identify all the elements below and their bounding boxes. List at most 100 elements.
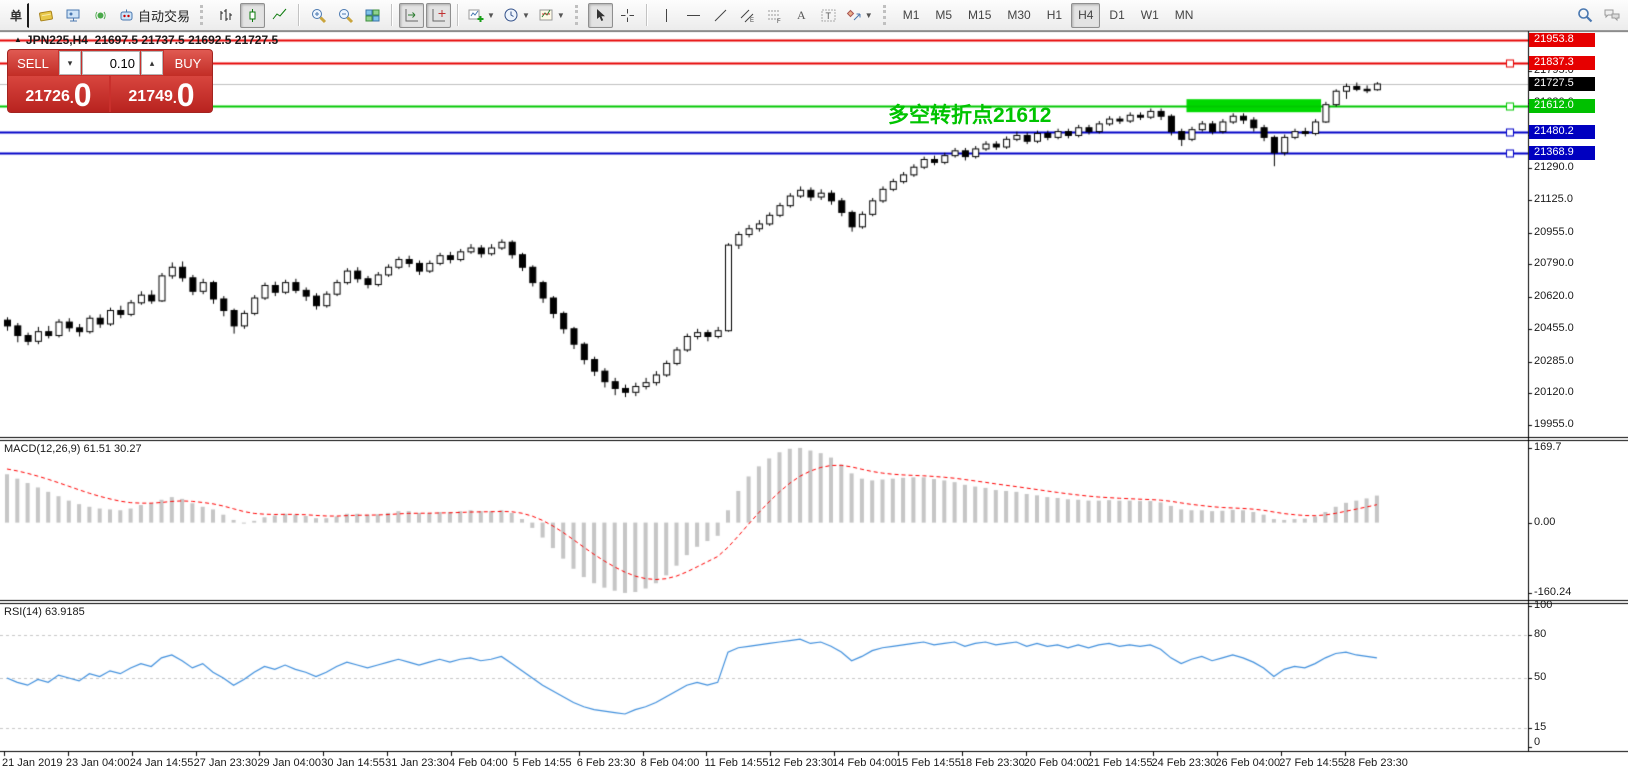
rsi-tick-label: 0 — [1534, 736, 1540, 750]
templates-button[interactable]: ▼ — [535, 3, 568, 28]
time-axis-label: 4 Feb 04:00 — [449, 757, 508, 769]
text-label-tool-icon[interactable]: T — [816, 3, 841, 28]
rsi-indicator-label: RSI(14) 63.9185 — [4, 606, 85, 618]
tf-button-M30[interactable]: M30 — [1000, 3, 1037, 28]
sell-price-button[interactable]: 21726.0 — [8, 76, 109, 112]
time-axis-label: 23 Jan 04:00 — [66, 757, 130, 769]
time-axis-label: 18 Feb 23:30 — [960, 757, 1025, 769]
indicators-button[interactable]: ▼ — [465, 3, 498, 28]
time-axis-label: 11 Feb 14:55 — [704, 757, 768, 769]
tf-button-MN[interactable]: MN — [1168, 3, 1201, 28]
chart-canvas[interactable] — [0, 0, 1628, 776]
price-level-badge: 21953.8 — [1529, 33, 1595, 47]
autotrading-label: 自动交易 — [138, 6, 190, 25]
tile-windows-icon[interactable] — [360, 3, 385, 28]
svg-text:T: T — [825, 11, 831, 21]
time-axis-label: 5 Feb 14:55 — [513, 757, 572, 769]
rsi-tick-label: 50 — [1534, 671, 1546, 685]
crosshair-icon[interactable] — [615, 3, 640, 28]
collapse-panel-icon[interactable]: ▲ — [14, 35, 22, 44]
rsi-tick-label: 15 — [1534, 721, 1546, 735]
macd-tick-label: 0.00 — [1534, 516, 1555, 530]
horizontal-line-icon[interactable] — [681, 3, 706, 28]
price-level-badge: 21480.2 — [1529, 125, 1595, 139]
tf-button-M15[interactable]: M15 — [961, 3, 998, 28]
price-tick-label: 20455.0 — [1534, 322, 1574, 336]
timeframe-group: M1M5M15M30H1H4D1W1MN — [895, 3, 1202, 28]
one-click-trading-panel: SELL ▾ ▴ BUY 21726.0 21749.0 — [8, 50, 212, 112]
zoom-in-icon[interactable] — [306, 3, 331, 28]
cursor-icon[interactable] — [588, 3, 613, 28]
new-order-button[interactable]: 单 — [4, 3, 29, 28]
trendline-icon[interactable] — [708, 3, 733, 28]
price-tick-label: 19955.0 — [1534, 418, 1574, 432]
time-axis-label: 27 Jan 23:30 — [194, 757, 258, 769]
time-axis-label: 30 Jan 14:55 — [321, 757, 385, 769]
toolbar-drag-handle[interactable] — [883, 5, 889, 25]
price-tick-label: 20955.0 — [1534, 226, 1574, 240]
template-icon — [538, 7, 555, 24]
macd-tick-label: -160.24 — [1534, 586, 1571, 600]
toolbar-drag-handle[interactable] — [575, 5, 581, 25]
price-level-badge: 21368.9 — [1529, 146, 1595, 160]
toolbar-drag-handle[interactable] — [200, 5, 206, 25]
add-indicator-icon — [468, 7, 485, 24]
price-tick-label: 20790.0 — [1534, 257, 1574, 271]
tf-button-M1[interactable]: M1 — [896, 3, 927, 28]
line-chart-icon[interactable] — [267, 3, 292, 28]
time-axis-label: 8 Feb 04:00 — [641, 757, 700, 769]
chevron-down-icon: ▼ — [522, 11, 530, 20]
tf-button-M5[interactable]: M5 — [928, 3, 959, 28]
rsi-tick-label: 100 — [1534, 599, 1552, 613]
buy-price-button[interactable]: 21749.0 — [111, 76, 212, 112]
auto-scroll-icon[interactable] — [399, 3, 424, 28]
volume-decrease-button[interactable]: ▾ — [59, 51, 81, 75]
chevron-down-icon: ▼ — [487, 11, 495, 20]
tf-button-W1[interactable]: W1 — [1134, 3, 1166, 28]
tf-button-H4[interactable]: H4 — [1071, 3, 1100, 28]
time-axis-label: 24 Feb 23:30 — [1151, 757, 1216, 769]
time-axis-label: 24 Jan 14:55 — [130, 757, 194, 769]
tf-button-H1[interactable]: H1 — [1040, 3, 1069, 28]
sell-button[interactable]: SELL — [8, 50, 58, 76]
yellow-book-icon[interactable] — [34, 3, 59, 28]
buy-button[interactable]: BUY — [164, 50, 212, 76]
candlestick-chart-icon[interactable] — [240, 3, 265, 28]
shapes-button[interactable]: ▼ — [843, 3, 876, 28]
main-toolbar: 单 自动交易 ▼ ▼ ▼ E F A T ▼ M1M5M15M30H1H4D1W… — [0, 0, 1628, 31]
price-tick-label: 20120.0 — [1534, 386, 1574, 400]
search-icon[interactable] — [1572, 3, 1597, 28]
price-tick-label: 21290.0 — [1534, 161, 1574, 175]
price-tick-label: 21125.0 — [1534, 193, 1573, 207]
macd-tick-label: 169.7 — [1534, 441, 1562, 455]
rsi-tick-label: 80 — [1534, 628, 1546, 642]
pivot-annotation: 多空转折点21612 — [888, 99, 1051, 129]
equidistant-channel-icon[interactable]: E — [735, 3, 760, 28]
periods-button[interactable]: ▼ — [500, 3, 533, 28]
chevron-down-icon: ▼ — [557, 11, 565, 20]
tf-button-D1[interactable]: D1 — [1102, 3, 1131, 28]
zoom-out-icon[interactable] — [333, 3, 358, 28]
macd-indicator-label: MACD(12,26,9) 61.51 30.27 — [4, 443, 142, 455]
text-tool-icon[interactable]: A — [789, 3, 814, 28]
volume-increase-button[interactable]: ▴ — [141, 51, 163, 75]
time-axis-label: 20 Feb 04:00 — [1024, 757, 1089, 769]
volume-input[interactable] — [82, 51, 140, 75]
vertical-line-icon[interactable] — [654, 3, 679, 28]
svg-text:E: E — [750, 18, 754, 24]
svg-text:F: F — [777, 19, 781, 24]
autotrading-button[interactable]: 自动交易 — [115, 3, 193, 28]
signal-icon[interactable] — [88, 3, 113, 28]
bar-chart-icon[interactable] — [213, 3, 238, 28]
time-axis-label: 21 Jan 2019 — [2, 757, 63, 769]
chart-shift-icon[interactable] — [426, 3, 451, 28]
terminal-icon[interactable] — [61, 3, 86, 28]
fibonacci-icon[interactable]: F — [762, 3, 787, 28]
time-axis-label: 27 Feb 14:55 — [1279, 757, 1344, 769]
chat-icon[interactable] — [1599, 3, 1624, 28]
time-axis-label: 28 Feb 23:30 — [1343, 757, 1408, 769]
clock-icon — [503, 7, 520, 24]
time-axis-label: 14 Feb 04:00 — [832, 757, 897, 769]
autotrading-icon — [118, 7, 135, 24]
price-level-badge: 21837.3 — [1529, 56, 1595, 70]
